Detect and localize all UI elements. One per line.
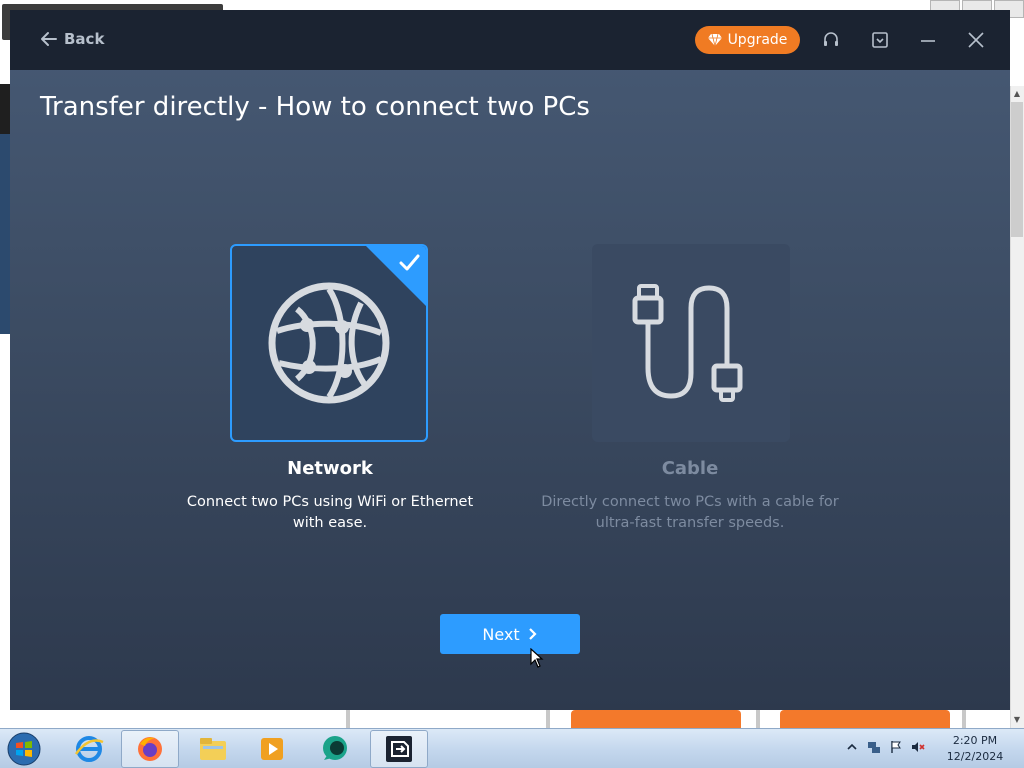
taskbar: 2:20 PM 12/2/2024 <box>0 728 1024 768</box>
back-button[interactable]: Back <box>40 30 104 48</box>
background-divider <box>962 708 966 730</box>
scroll-up-arrow-icon[interactable]: ▲ <box>1011 88 1023 100</box>
diamond-icon <box>707 34 722 46</box>
arrow-left-icon <box>41 32 57 46</box>
transfer-app-window: Back Upgrade Transfer directly - How to … <box>10 10 1010 710</box>
dropdown-box-icon <box>872 32 888 48</box>
scrollbar-thumb[interactable] <box>1011 102 1023 237</box>
back-label: Back <box>64 30 105 48</box>
media-player-icon <box>261 738 283 760</box>
file-explorer-icon <box>200 738 226 760</box>
cable-option-card[interactable] <box>592 244 790 442</box>
chevron-right-icon <box>528 628 537 640</box>
network-option-description: Connect two PCs using WiFi or Ethernet w… <box>186 494 474 531</box>
taskbar-media-player[interactable] <box>243 730 301 768</box>
mouse-cursor-icon <box>530 648 544 668</box>
minimize-button[interactable] <box>918 30 938 50</box>
firefox-icon <box>138 737 162 761</box>
chat-app-icon <box>323 736 347 760</box>
tray-expand-icon[interactable] <box>845 739 859 753</box>
volume-muted-icon[interactable] <box>911 739 925 753</box>
taskbar-file-explorer[interactable] <box>184 730 242 768</box>
support-headset-button[interactable] <box>821 30 841 50</box>
action-center-flag-icon[interactable] <box>889 739 903 753</box>
network-option-card[interactable] <box>230 244 428 442</box>
background-divider <box>756 708 760 730</box>
taskbar-chat-app[interactable] <box>306 730 364 768</box>
close-button[interactable] <box>966 30 986 50</box>
clock-date: 12/2/2024 <box>946 750 1004 763</box>
cable-option-title: Cable <box>661 458 719 479</box>
checkmark-icon <box>399 254 420 271</box>
clock-time: 2:20 PM <box>952 734 998 747</box>
network-status-icon[interactable] <box>867 739 881 753</box>
taskbar-clock[interactable]: 2:20 PM 12/2/2024 <box>940 733 1010 765</box>
next-label: Next <box>482 624 520 644</box>
title-bar: Back Upgrade <box>10 10 1010 70</box>
close-icon <box>968 32 984 48</box>
next-button[interactable]: Next <box>440 614 580 654</box>
system-tray <box>845 739 925 753</box>
headset-icon <box>824 32 838 46</box>
network-option-title: Network <box>287 458 373 479</box>
transfer-app-icon <box>386 736 412 762</box>
taskbar-transfer-app[interactable] <box>370 730 428 768</box>
menu-dropdown-button[interactable] <box>870 30 890 50</box>
start-button[interactable] <box>4 731 44 767</box>
globe-icon <box>268 282 390 404</box>
windows-orb-icon <box>7 732 41 766</box>
background-divider <box>546 708 550 730</box>
taskbar-firefox[interactable] <box>121 730 179 768</box>
scroll-down-arrow-icon[interactable]: ▼ <box>1011 714 1023 726</box>
usb-cable-icon <box>632 284 743 402</box>
page-title: Transfer directly - How to connect two P… <box>40 92 590 122</box>
minimize-icon <box>921 40 935 42</box>
upgrade-button[interactable]: Upgrade <box>695 26 800 54</box>
background-divider <box>346 708 350 730</box>
cable-option-description: Directly connect two PCs with a cable fo… <box>541 494 839 531</box>
upgrade-label: Upgrade <box>727 32 788 48</box>
taskbar-internet-explorer[interactable] <box>60 730 118 768</box>
internet-explorer-icon <box>74 736 104 762</box>
